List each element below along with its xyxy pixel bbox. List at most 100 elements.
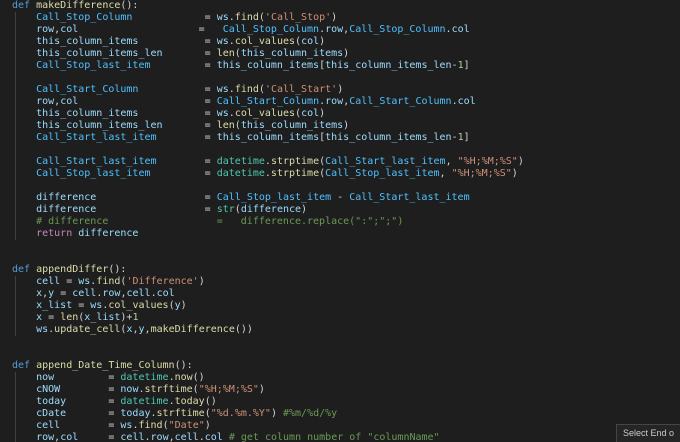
code-token: = (96, 192, 217, 203)
code-token: col (301, 108, 320, 119)
code-token: = (96, 204, 217, 215)
code-token: Call_Stop_Column (222, 24, 320, 35)
code-line[interactable]: difference = str(difference) (12, 204, 307, 216)
code-token: = (54, 288, 73, 299)
code-token: Call_Stop_last_item (216, 192, 332, 203)
code-token: len (216, 120, 235, 131)
code-token: now (36, 372, 55, 383)
code-line[interactable]: def appendDiffer(): (12, 264, 126, 276)
code-token: this_column_items (240, 120, 344, 131)
code-line[interactable]: this_column_items_len = len(this_column_… (12, 48, 349, 60)
code-line[interactable]: cell = ws.find('Difference') (12, 276, 205, 288)
code-token: cell (72, 288, 97, 299)
code-token: cell (120, 432, 145, 442)
code-token: = (150, 60, 217, 71)
code-token: ] (463, 60, 470, 71)
code-line[interactable]: difference = Call_Stop_last_item - Call_… (12, 192, 470, 204)
code-token: append_Date_Time_Column (36, 360, 175, 371)
code-token: def (12, 360, 37, 371)
code-line[interactable]: cNOW = now.strftime("%H;%M;%S") (12, 384, 265, 396)
code-token: Call_Start_last_item (349, 192, 470, 203)
code-token: = (60, 384, 121, 395)
code-line[interactable]: today = datetime.today() (12, 396, 217, 408)
code-line[interactable]: this_column_items = ws.col_values(col) (12, 36, 325, 48)
code-token: def (12, 264, 37, 275)
code-token: ) (319, 108, 326, 119)
code-line[interactable]: x_list = ws.col_values(y) (12, 300, 187, 312)
code-token: # get column number of "columnName" (228, 432, 440, 442)
code-token: = (66, 396, 121, 407)
code-token: , (439, 168, 452, 179)
code-token: col_values (108, 300, 169, 311)
select-end-tooltip[interactable]: Select End o (615, 424, 680, 442)
code-line[interactable]: def append_Date_Time_Column(): (12, 360, 193, 372)
code-line[interactable]: row,col = cell.row,cell.col # get column… (12, 432, 440, 442)
code-token: cell (36, 276, 61, 287)
code-line[interactable]: now = datetime.now() (12, 372, 205, 384)
code-line[interactable]: x = len(x_list)+1 (12, 312, 138, 324)
code-token: ws (78, 276, 91, 287)
code-line[interactable]: row,col = Call_Stop_Column.row,Call_Stop… (12, 24, 470, 36)
code-token: x_list (36, 300, 73, 311)
code-token: find (234, 12, 259, 23)
code-token: Call_Start_Column (216, 96, 320, 107)
code-line[interactable]: Call_Stop_Column = ws.find('Call_Stop') (12, 12, 337, 24)
code-token: cell (126, 288, 151, 299)
code-line[interactable]: # difference = difference.replace(":";";… (12, 216, 403, 228)
code-line[interactable]: Call_Start_last_item = datetime.strptime… (12, 156, 524, 168)
code-token: difference (78, 228, 139, 239)
code-token: len (216, 48, 235, 59)
code-line[interactable]: Call_Stop_last_item = this_column_items[… (12, 60, 470, 72)
code-token: col_values (234, 36, 296, 47)
code-token: makeDifference (150, 324, 235, 335)
code-token: = (66, 408, 121, 419)
code-token: ws (216, 12, 229, 23)
code-token: cell (174, 432, 199, 442)
code-token: = (78, 432, 121, 442)
code-token: # difference = difference.replace(":";";… (36, 216, 404, 227)
code-line[interactable]: cDate = today.strftime("%d.%m.%Y") #%m/%… (12, 408, 337, 420)
code-token: row (325, 96, 344, 107)
code-token: ) (180, 300, 187, 311)
code-line[interactable]: this_column_items = ws.col_values(col) (12, 108, 325, 120)
code-line[interactable]: this_column_items_len = len(this_column_… (12, 120, 349, 132)
code-token: = (156, 156, 217, 167)
code-token: Call_Stop_last_item (36, 168, 151, 179)
code-line[interactable]: Call_Stop_last_item = datetime.strptime(… (12, 168, 518, 180)
code-token: update_cell (54, 324, 121, 335)
code-token: = (60, 276, 79, 287)
code-line[interactable]: ws.update_cell(x,y,makeDifference()) (12, 324, 253, 336)
code-line[interactable]: Call_Start_Column = ws.find('Call_Start'… (12, 84, 343, 96)
code-line[interactable]: row,col = Call_Start_Column.row,Call_Sta… (12, 96, 476, 108)
code-line[interactable]: Call_Start_last_item = this_column_items… (12, 132, 470, 144)
code-token: ()) (234, 324, 253, 335)
code-token: ) (331, 12, 338, 23)
code-token: def (12, 0, 37, 11)
code-line[interactable]: x,y = cell.row,cell.col (12, 288, 175, 300)
code-token: = (138, 84, 217, 95)
code-token: 'Difference' (126, 276, 199, 287)
code-line[interactable]: def makeDifference(): (12, 0, 138, 12)
code-token: difference (36, 192, 97, 203)
code-line[interactable]: cell = ws.find("Date") (12, 420, 211, 432)
code-token: ) (319, 36, 326, 47)
code-line[interactable]: return difference (12, 228, 138, 240)
code-token: this_column_items (216, 60, 320, 71)
code-token: ) (270, 408, 283, 419)
code-token: today (36, 396, 67, 407)
code-token: ) (204, 420, 211, 431)
code-token: appendDiffer (36, 264, 109, 275)
code-editor[interactable]: def makeDifference(): Call_Stop_Column =… (0, 0, 680, 442)
code-token: = (138, 108, 217, 119)
code-token: (): (120, 0, 139, 11)
